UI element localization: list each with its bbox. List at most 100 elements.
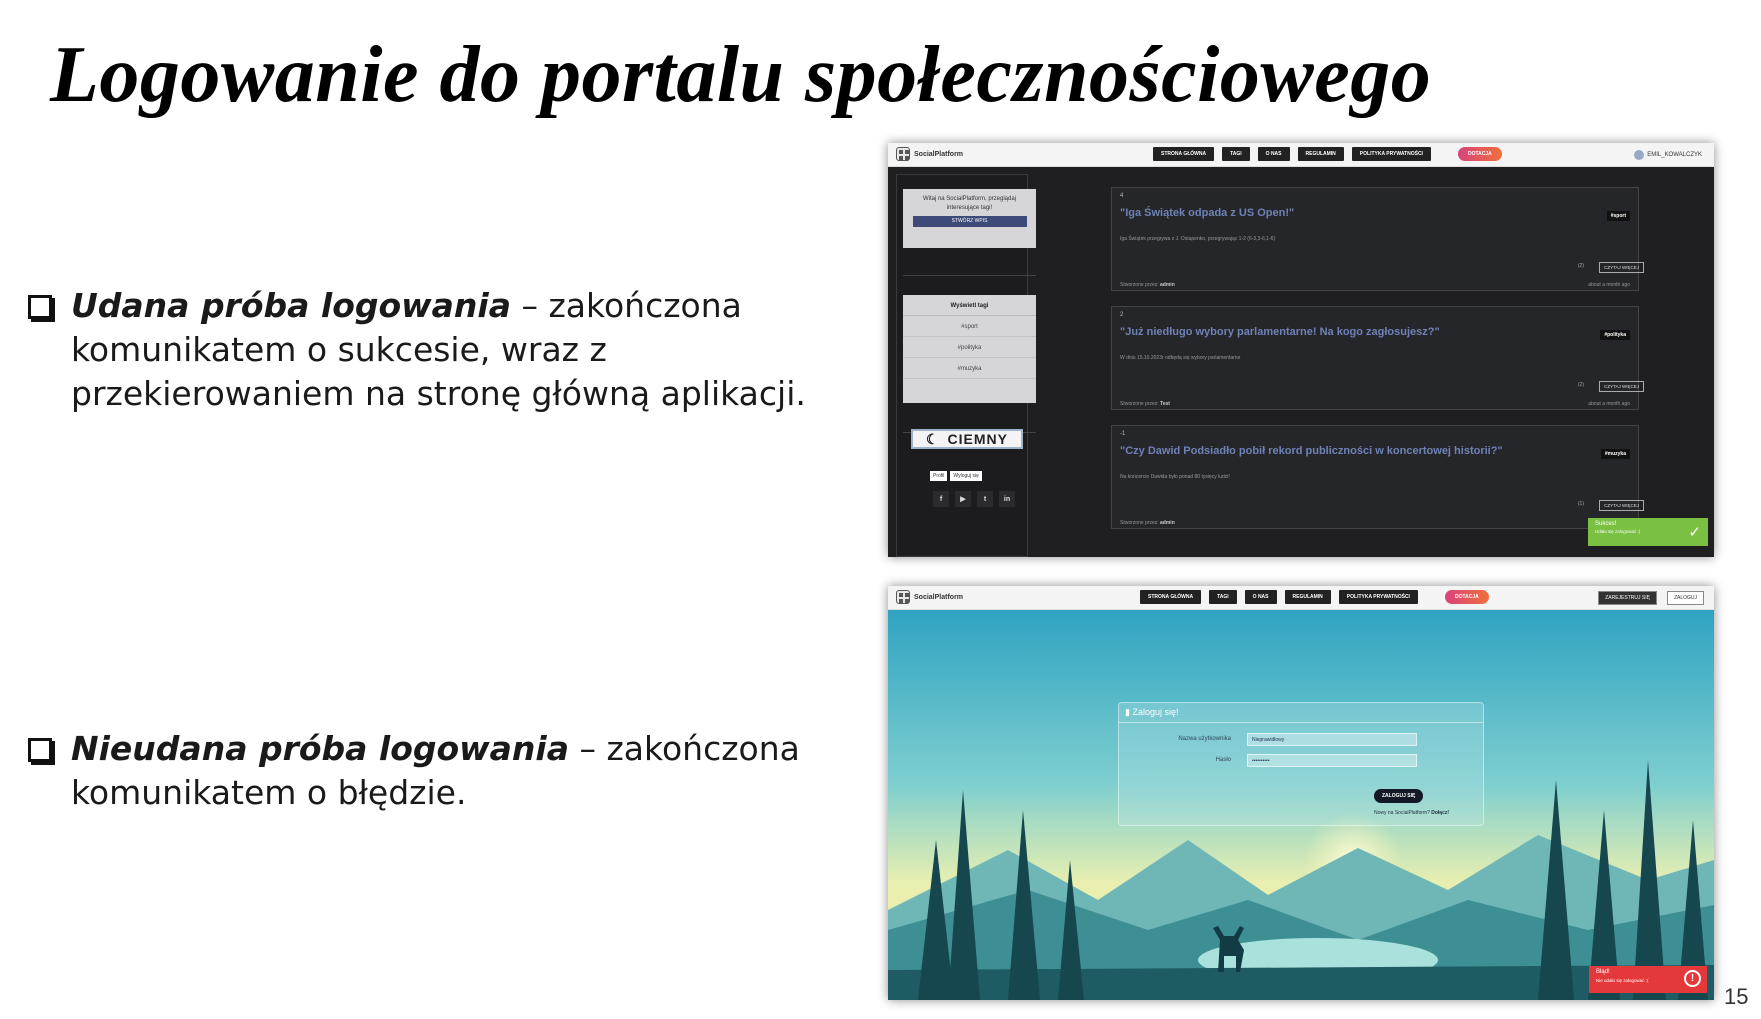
nav-about[interactable]: O NAS (1257, 147, 1290, 161)
username-input[interactable]: Nieprawidłowy (1247, 733, 1417, 746)
submit-login-button[interactable]: ZALOGUJ SIĘ (1374, 789, 1424, 803)
twitter-icon[interactable]: t (977, 491, 993, 507)
logout-link[interactable]: Wyloguj się (950, 471, 982, 481)
login-button[interactable]: ZALOGUJ (1666, 591, 1704, 605)
moon-icon: ☾ (925, 430, 940, 447)
page-number: 15 (1724, 984, 1749, 1009)
success-toast[interactable]: Sukces! Udało się zalogować :) ✓ (1588, 518, 1708, 546)
theme-toggle-button[interactable]: ☾ CIEMNY (911, 429, 1023, 449)
show-tags-heading: Wyświetl tagi (903, 295, 1036, 316)
register-prompt-text: Nowy na SocialPlatform? (1374, 810, 1430, 816)
nav-tags[interactable]: TAGI (1209, 590, 1237, 604)
author-label: Stworzone przez: (1120, 520, 1159, 526)
navbar: SocialPlatform STRONA GŁÓWNA TAGI O NAS … (888, 586, 1714, 610)
nav-rules[interactable]: REGULAMIN (1297, 147, 1344, 161)
post-time: about a month ago (1588, 401, 1630, 407)
nav-about[interactable]: O NAS (1244, 590, 1277, 604)
tag-link[interactable]: #muzyka (903, 358, 1036, 379)
error-toast[interactable]: Błąd! Nie udało się zalogować :( ! (1589, 966, 1707, 993)
logo-icon (896, 147, 910, 161)
register-link[interactable]: Dołącz! (1431, 810, 1449, 816)
welcome-box: Witaj na SocialPlatform, przeglądaj inte… (903, 189, 1036, 248)
post-title[interactable]: "Już niedługo wybory parlamentarne! Na k… (1120, 326, 1440, 338)
post-desc: Na koncercie Dawida było ponad 80 tysięc… (1120, 474, 1230, 480)
bullet-failure: Nieudana próba logowania – zakończona ko… (28, 727, 868, 815)
password-label: Hasło (1215, 757, 1231, 763)
linkedin-icon[interactable]: in (999, 491, 1015, 507)
login-heading-text: Zaloguj się! (1132, 707, 1179, 717)
brand[interactable]: SocialPlatform (896, 147, 963, 161)
slide-title: Logowanie do portalu społecznościowego (50, 31, 1432, 119)
read-more-button[interactable]: CZYTAJ WIĘCEJ (1599, 500, 1644, 511)
brand-label: SocialPlatform (914, 150, 964, 158)
create-post-button[interactable]: STWÓRZ WPIS (912, 216, 1027, 227)
nav-menu: STRONA GŁÓWNA TAGI O NAS REGULAMIN POLIT… (1153, 147, 1431, 161)
post-tag[interactable]: #polityka (1600, 330, 1630, 340)
nav-privacy[interactable]: POLITYKA PRYWATNOŚCI (1351, 147, 1431, 161)
donate-button[interactable]: DOTACJA (1458, 147, 1502, 161)
nav-privacy[interactable]: POLITYKA PRYWATNOŚCI (1338, 590, 1418, 604)
avatar (1634, 150, 1645, 160)
screenshot-login-failure: SocialPlatform STRONA GŁÓWNA TAGI O NAS … (888, 586, 1714, 1000)
post-title[interactable]: "Iga Świątek odpada z US Open!" (1120, 207, 1294, 219)
post-comments[interactable]: (2) (1578, 382, 1584, 388)
password-input[interactable]: •••••••••• (1247, 754, 1417, 767)
donate-button[interactable]: DOTACJA (1445, 590, 1489, 604)
divider (1119, 722, 1483, 723)
post-votes[interactable]: 4 (1120, 193, 1123, 199)
read-more-button[interactable]: CZYTAJ WIĘCEJ (1599, 381, 1644, 392)
author-name[interactable]: Test (1160, 401, 1170, 407)
username-label: Nazwa użytkownika (1178, 736, 1231, 742)
brand[interactable]: SocialPlatform (896, 590, 963, 604)
bullet-failure-bold: Nieudana próba logowania (71, 729, 569, 768)
user-menu[interactable]: EMIL_KOWALCZYK (1634, 150, 1702, 160)
post-author: Stworzone przez: admin (1120, 520, 1175, 526)
logo-icon (896, 590, 910, 604)
author-label: Stworzone przez: (1120, 401, 1159, 407)
register-prompt: Nowy na SocialPlatform? Dołącz! (1374, 810, 1449, 816)
divider (903, 275, 1036, 276)
post-comments[interactable]: (2) (1578, 263, 1584, 269)
theme-label: CIEMNY (947, 431, 1008, 447)
profile-link[interactable]: Profil (930, 471, 948, 481)
post-desc: Iga Świątek przegrywa z J. Ostapenko, pr… (1120, 236, 1276, 242)
user-name: EMIL_KOWALCZYK (1647, 152, 1702, 158)
login-heading: ▮ Zaloguj się! (1125, 707, 1179, 718)
post-tag[interactable]: #sport (1606, 211, 1630, 221)
nav-home[interactable]: STRONA GŁÓWNA (1140, 590, 1202, 604)
auth-buttons: ZAREJESTRUJ SIĘ ZALOGUJ (1598, 591, 1704, 605)
account-links: Profil Wyloguj się (930, 471, 982, 481)
tag-link[interactable]: #sport (903, 316, 1036, 337)
nav-rules[interactable]: REGULAMIN (1284, 590, 1331, 604)
post-card: -1 "Czy Dawid Podsiadło pobił rekord pub… (1111, 425, 1644, 529)
alert-icon: ! (1684, 970, 1701, 987)
tag-link[interactable]: #polityka (903, 337, 1036, 358)
post-desc: W dniu 15.10.2023r odbędą się wybory par… (1120, 355, 1241, 361)
post-title[interactable]: "Czy Dawid Podsiadło pobił rekord public… (1120, 445, 1503, 457)
author-name[interactable]: admin (1160, 282, 1175, 288)
screenshot-home-success: SocialPlatform STRONA GŁÓWNA TAGI O NAS … (888, 143, 1714, 557)
youtube-icon[interactable]: ▶ (955, 491, 971, 507)
nav-menu: STRONA GŁÓWNA TAGI O NAS REGULAMIN POLIT… (1140, 590, 1418, 604)
author-name[interactable]: admin (1160, 520, 1175, 526)
post-votes[interactable]: -1 (1120, 431, 1125, 437)
welcome-line-2: interesujące tagi! (946, 205, 993, 211)
post-card: 2 "Już niedługo wybory parlamentarne! Na… (1111, 306, 1644, 410)
author-label: Stworzone przez: (1120, 282, 1159, 288)
user-icon: ▮ (1125, 707, 1130, 717)
navbar: SocialPlatform STRONA GŁÓWNA TAGI O NAS … (888, 143, 1714, 167)
toast-text: Udało się zalogować :) (1595, 529, 1641, 534)
register-button[interactable]: ZAREJESTRUJ SIĘ (1598, 591, 1657, 605)
sidebar: Witaj na SocialPlatform, przeglądaj inte… (896, 174, 1036, 557)
post-comments[interactable]: (1) (1578, 501, 1584, 507)
facebook-icon[interactable]: f (933, 491, 949, 507)
post-author: Stworzone przez: Test (1120, 401, 1170, 407)
login-form: ▮ Zaloguj się! Nazwa użytkownika Niepraw… (1118, 702, 1484, 826)
nav-tags[interactable]: TAGI (1222, 147, 1250, 161)
read-more-button[interactable]: CZYTAJ WIĘCEJ (1599, 262, 1644, 273)
post-time: about a month ago (1588, 282, 1630, 288)
bullet-success-bold: Udana próba logowania (71, 286, 511, 325)
post-tag[interactable]: #muzyka (1600, 449, 1630, 459)
nav-home[interactable]: STRONA GŁÓWNA (1153, 147, 1215, 161)
post-votes[interactable]: 2 (1120, 312, 1123, 318)
